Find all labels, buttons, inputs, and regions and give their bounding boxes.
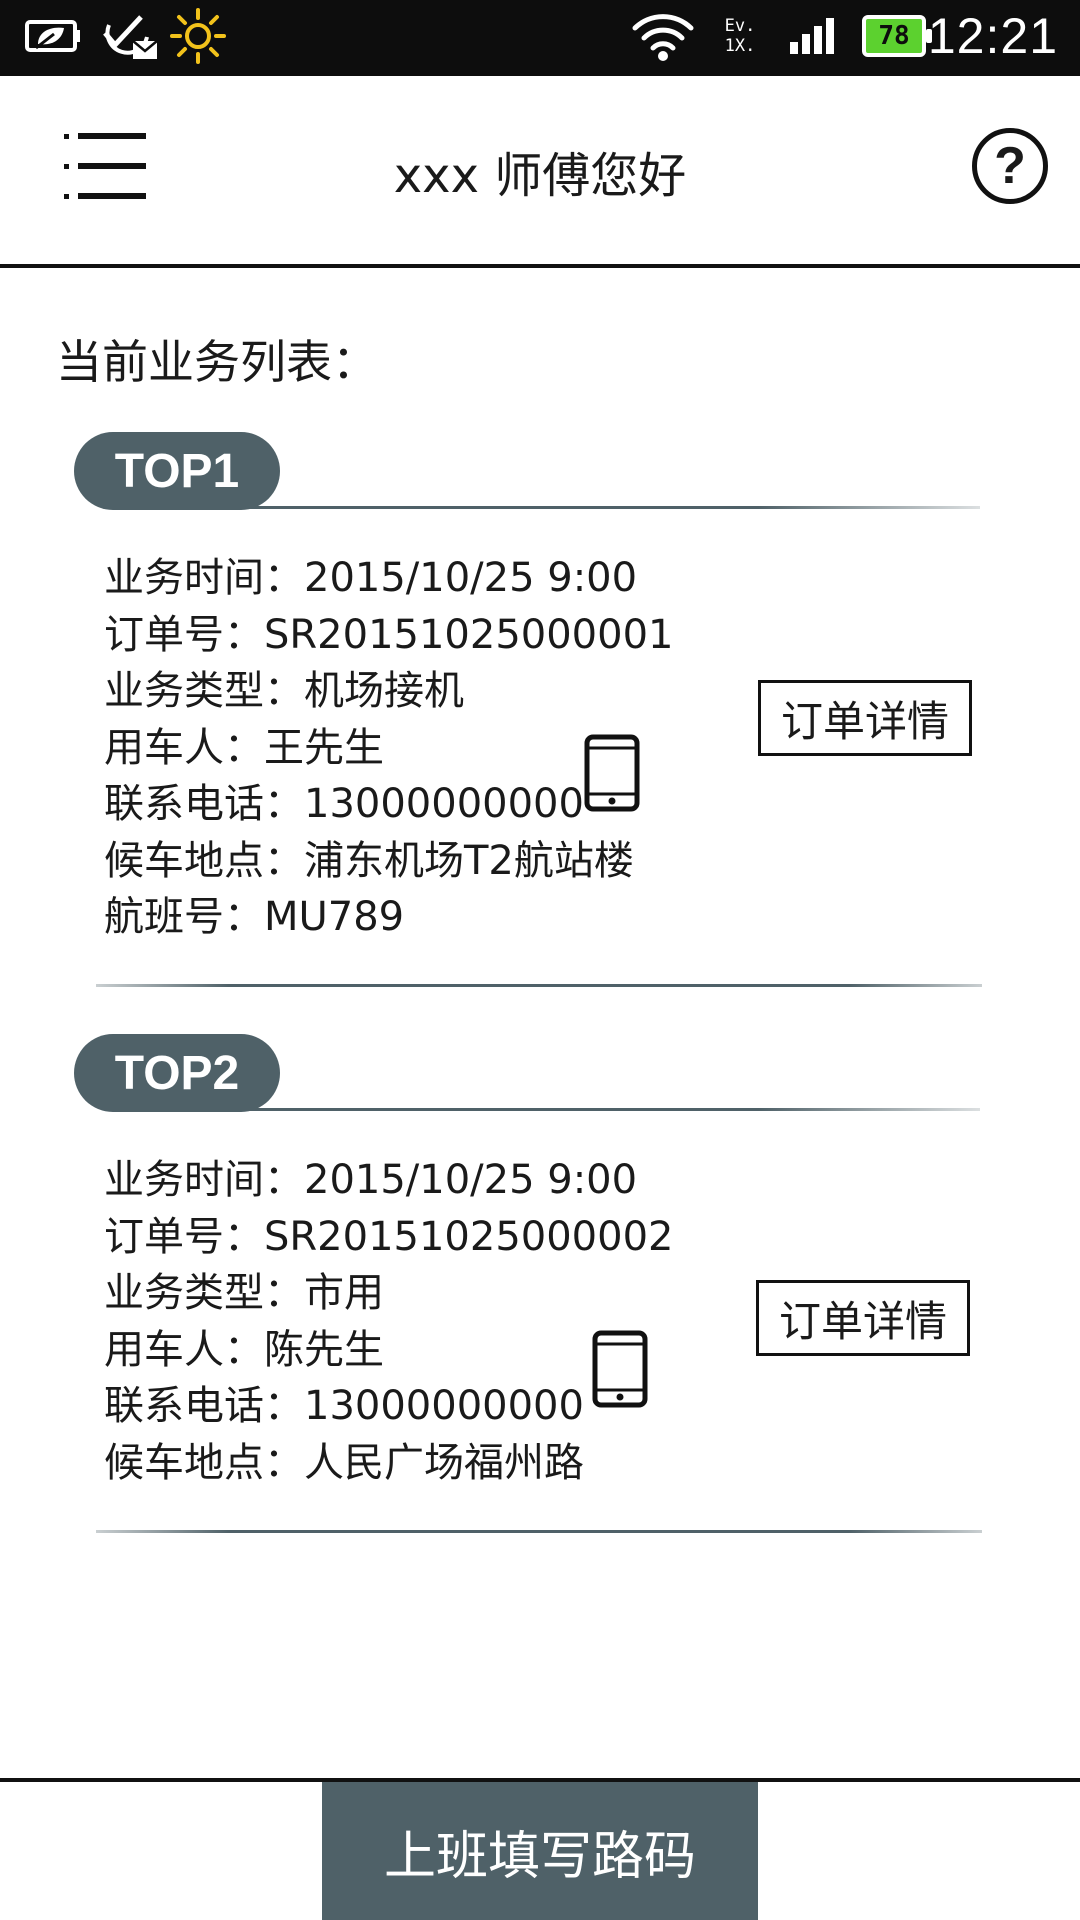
page-title: xxx 师傅您好 (393, 148, 687, 204)
pickup-location: 候车地点：浦东机场T2航站楼 (104, 837, 634, 884)
battery-icon: 78 (858, 10, 932, 62)
leaf-battery-icon (22, 10, 86, 62)
order-detail-button[interactable]: 订单详情 (756, 1280, 970, 1356)
mail-check-icon (100, 10, 160, 62)
rank-badge: TOP1 (74, 432, 280, 510)
help-icon[interactable]: ? (972, 128, 1048, 204)
order-time: 业务时间：2015/10/25 9:00 (104, 1157, 638, 1203)
network-type-top: Ev. (724, 16, 756, 36)
status-bar: Ev. 1X. 78 12:21 (0, 0, 1080, 72)
wifi-icon (630, 10, 696, 62)
order-time: 业务时间：2015/10/25 9:00 (104, 555, 638, 601)
pickup-location: 候车地点：人民广场福州路 (104, 1439, 584, 1486)
passenger-name: 用车人：陈先生 (104, 1326, 384, 1373)
battery-level: 78 (862, 15, 932, 57)
app-header: xxx 师傅您好 ? (0, 76, 1080, 266)
order-number: 订单号：SR20151025000002 (104, 1213, 674, 1260)
order-info: 业务时间：2015/10/25 9:00 订单号：SR2015102500000… (104, 1152, 673, 1491)
card-divider (240, 506, 980, 509)
card-divider (240, 1108, 980, 1111)
phone-icon[interactable] (584, 734, 640, 812)
card-bottom-divider (96, 1530, 982, 1533)
contact-phone: 联系电话：13000000000 (104, 1383, 584, 1429)
cell-signal-icon (786, 10, 846, 62)
clock-in-mileage-button[interactable]: 上班填写路码 (322, 1782, 758, 1920)
order-detail-button[interactable]: 订单详情 (758, 680, 972, 756)
order-number: 订单号：SR20151025000001 (104, 611, 674, 658)
phone-icon[interactable] (592, 1330, 648, 1408)
rank-badge: TOP2 (74, 1034, 280, 1112)
order-type: 业务类型：机场接机 (104, 668, 464, 714)
ev-1x-network-icon: Ev. 1X. (712, 10, 768, 62)
sun-icon (168, 8, 228, 64)
order-type: 业务类型：市用 (104, 1270, 384, 1316)
header-divider (0, 264, 1080, 268)
status-time: 12:21 (927, 8, 1058, 64)
list-title: 当前业务列表： (56, 335, 378, 389)
card-bottom-divider (96, 984, 982, 987)
bottom-bar: 上班填写路码 (0, 1782, 1080, 1920)
flight-number: 航班号：MU789 (104, 894, 405, 940)
network-type-bottom: 1X. (724, 36, 756, 56)
